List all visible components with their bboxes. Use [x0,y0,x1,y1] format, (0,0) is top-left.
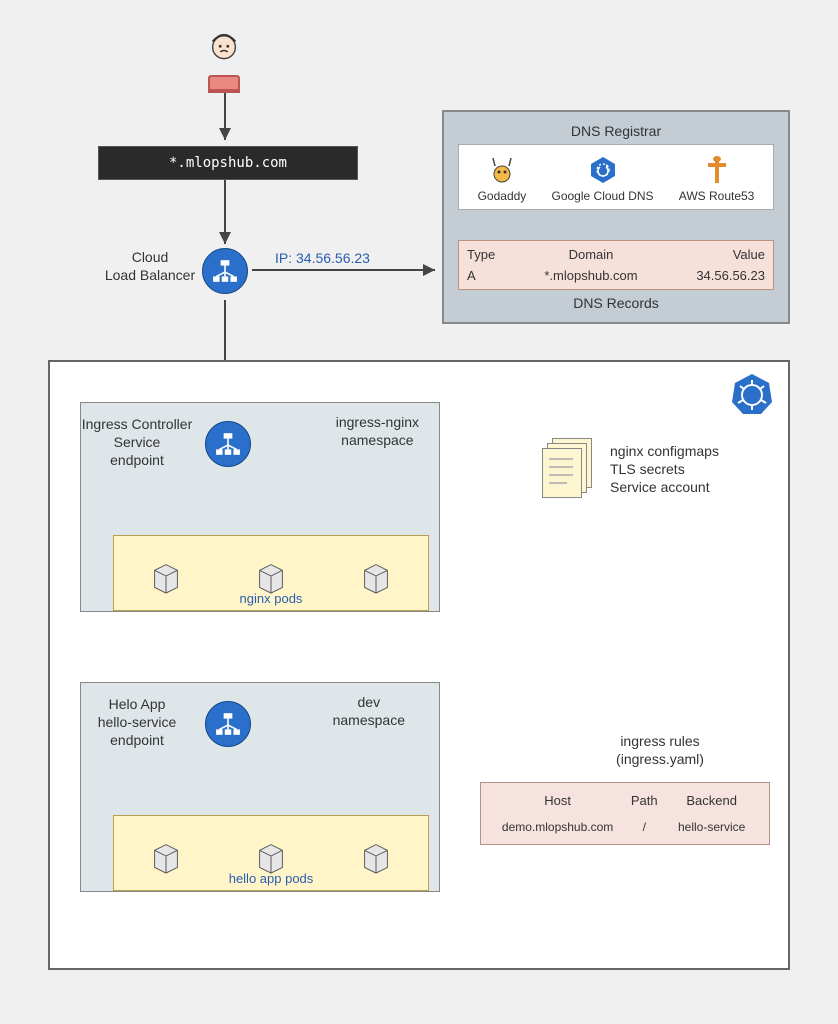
dns-registrars-row: Godaddy Google Cloud DNS AWS Route53 [458,144,774,210]
ns-ingress-label: ingress-nginx namespace [336,413,419,449]
registrar-label: Google Cloud DNS [552,189,654,203]
dns-registrar-panel: DNS Registrar Godaddy Google Cloud DNS A… [442,110,790,324]
pod-icon [147,557,185,598]
ir-header-host: Host [495,793,620,808]
service-endpoint-icon [205,701,251,747]
godaddy-icon [478,155,527,185]
hello-pods-box: hello app pods [113,815,429,891]
ir-cell-host: demo.mlopshub.com [495,820,620,834]
service-endpoint-icon [205,421,251,467]
registrar-label: AWS Route53 [679,189,755,203]
dns-cell-value: 34.56.56.23 [665,268,765,283]
registrar-route53: AWS Route53 [679,155,755,203]
ir-cell-backend: hello-service [668,820,755,834]
ns-dev-label: dev namespace [333,693,405,729]
ir-header-backend: Backend [668,793,755,808]
dns-panel-title: DNS Registrar [458,122,774,140]
nginx-pods-box: nginx pods [113,535,429,611]
registrar-gcloud: Google Cloud DNS [552,155,654,203]
dns-header-value: Value [665,247,765,262]
pod-icon [357,557,395,598]
ir-header-path: Path [620,793,668,808]
dns-cell-type: A [467,268,517,283]
nginx-pods-caption: nginx pods [240,591,303,606]
registrar-label: Godaddy [478,189,527,203]
dev-namespace: dev namespace Helo App hello-service end… [80,682,440,892]
domain-text: *.mlopshub.com [169,155,287,171]
dns-records-title: DNS Records [458,294,774,312]
dns-header-domain: Domain [521,247,661,262]
dev-svc-label: Helo App hello-service endpoint [77,695,197,750]
config-docs-label: nginx configmaps TLS secrets Service acc… [610,442,719,497]
config-docs-icon [542,438,592,498]
dns-header-type: Type [467,247,517,262]
ingress-rules-table: Host Path Backend demo.mlopshub.com / he… [480,782,770,845]
pod-icon [147,837,185,878]
registrar-godaddy: Godaddy [478,155,527,203]
load-balancer-icon [202,248,248,294]
ingress-nginx-namespace: ingress-nginx namespace Ingress Controll… [80,402,440,612]
lb-ip-label: IP: 34.56.56.23 [275,250,370,266]
pod-icon [357,837,395,878]
ingress-rules-title: ingress rules (ingress.yaml) [590,732,730,768]
google-cloud-dns-icon [552,155,654,185]
aws-route53-icon [679,155,755,185]
user-at-laptop-icon [205,32,243,93]
dns-records-table: Type Domain Value A *.mlopshub.com 34.56… [458,240,774,290]
cluster-box: ingress-nginx namespace Ingress Controll… [48,360,790,970]
domain-bar: *.mlopshub.com [98,146,358,180]
cloud-lb-label: Cloud Load Balancer [100,248,200,284]
hello-pods-caption: hello app pods [229,871,314,886]
ingress-svc-label: Ingress Controller Service endpoint [77,415,197,470]
dns-cell-domain: *.mlopshub.com [521,268,661,283]
kubernetes-icon [730,372,774,419]
ir-cell-path: / [620,820,668,834]
